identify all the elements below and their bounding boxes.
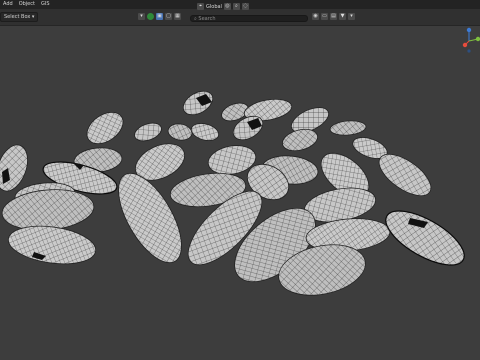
bean-mesh[interactable] — [280, 126, 320, 155]
transform-orientation: ⌖ Global ◎ ⌕ ◌ — [197, 3, 249, 10]
proportional-icon[interactable]: ◌ — [241, 3, 249, 10]
snap-icon[interactable]: ⌕ — [232, 3, 240, 10]
bean-mesh[interactable] — [81, 106, 129, 150]
bean-mesh[interactable] — [378, 200, 472, 275]
overlay-icon[interactable]: ▭ — [321, 12, 328, 20]
green-dot-icon[interactable] — [147, 12, 154, 20]
bean-mesh[interactable] — [6, 221, 98, 269]
navigation-gizmo[interactable] — [458, 26, 480, 56]
gizmo-x-axis[interactable] — [462, 42, 468, 48]
cursor-icon[interactable]: ▾ — [138, 12, 145, 20]
orientation-icon: ⌖ — [197, 3, 204, 10]
eye-icon[interactable]: ◉ — [312, 12, 319, 20]
dropdown-icon[interactable]: ▾ — [348, 12, 355, 20]
menu-add[interactable]: Add — [0, 0, 16, 9]
gizmo-y-axis[interactable] — [475, 36, 480, 42]
grid-icon[interactable]: ▦ — [174, 12, 181, 20]
bean-mesh[interactable] — [132, 120, 164, 145]
3d-viewport[interactable] — [0, 26, 480, 360]
bean-pile — [0, 86, 472, 296]
menu-object[interactable]: Object — [16, 0, 38, 9]
menu-gis[interactable]: GIS — [38, 0, 53, 9]
pivot-icon[interactable]: ◎ — [223, 3, 231, 10]
select-icon[interactable]: ▢ — [165, 12, 172, 20]
cube-icon[interactable]: ▣ — [156, 12, 163, 20]
header-left-tools: ▾ ▣ ▢ ▦ — [138, 12, 181, 20]
bean-mesh[interactable] — [179, 86, 217, 119]
search-input[interactable]: ⌕ Search — [190, 15, 308, 22]
funnel-icon[interactable]: ▼ — [339, 12, 346, 20]
bean-mesh[interactable] — [329, 119, 367, 136]
gizmo-neg-z[interactable] — [467, 49, 471, 53]
gizmo-z-axis[interactable] — [466, 27, 472, 33]
header-right-tools: ◉ ▭ ▤ ▼ ▾ — [312, 12, 355, 20]
filter-icon[interactable]: ▤ — [330, 12, 337, 20]
orientation-label[interactable]: Global — [206, 4, 222, 10]
search-placeholder: Search — [198, 16, 216, 22]
bean-mesh[interactable] — [167, 122, 193, 142]
select-box-dropdown[interactable]: Select Box ▾ — [0, 12, 39, 22]
bean-mesh[interactable] — [189, 121, 220, 144]
